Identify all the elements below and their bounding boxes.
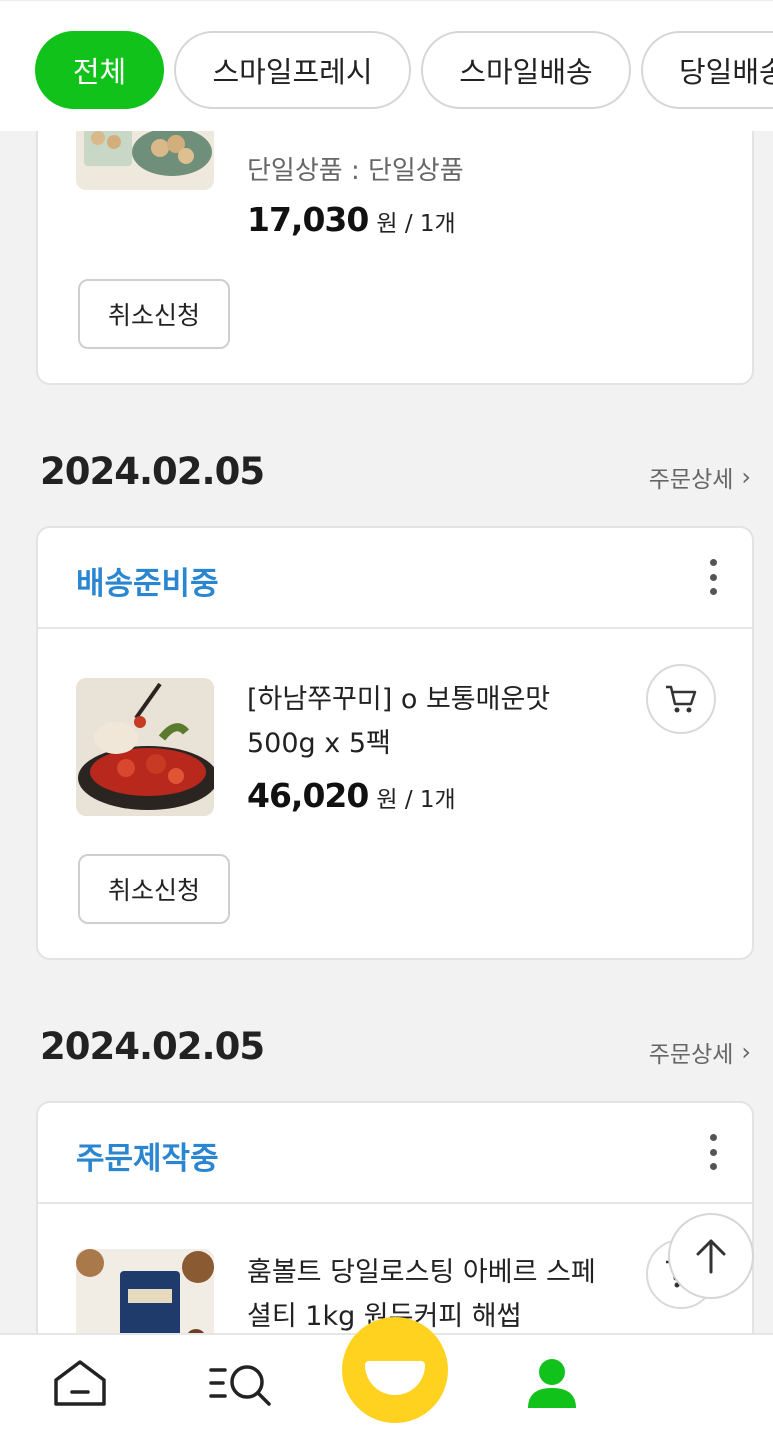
filter-bar: 전체 스마일프레시 스마일배송 당일배송 bbox=[0, 0, 773, 131]
cancel-request-button[interactable]: 취소신청 bbox=[78, 854, 230, 924]
order-status: 주문제작중 bbox=[76, 1141, 219, 1177]
product-price: 17,030 bbox=[247, 200, 369, 239]
chevron-right-icon: › bbox=[741, 1038, 751, 1066]
price-row: 17,030 원 / 1개 bbox=[247, 200, 456, 239]
product-name[interactable]: 훔볼트 당일로스팅 아베르 스페셜티 1kg 원두커피 해썹 bbox=[247, 1251, 607, 1339]
my-account-icon bbox=[528, 1359, 576, 1408]
filter-chip-smile-fresh[interactable]: 스마일프레시 bbox=[174, 31, 411, 109]
order-detail-link[interactable]: 주문상세 › bbox=[649, 460, 751, 494]
order-card: 배송준비중 [하남쭈꾸미] o 보통매운맛 500g x 5팩 46,020 원… bbox=[36, 526, 754, 960]
filter-chip-all[interactable]: 전체 bbox=[35, 31, 164, 109]
category-search-icon bbox=[209, 1365, 271, 1406]
order-status: 배송준비중 bbox=[76, 566, 219, 602]
home-icon bbox=[54, 1360, 106, 1406]
more-options-icon[interactable] bbox=[708, 1134, 718, 1170]
chevron-right-icon: › bbox=[741, 463, 751, 491]
order-detail-link[interactable]: 주문상세 › bbox=[649, 1035, 751, 1069]
nav-home[interactable] bbox=[40, 1335, 120, 1429]
filter-chip-same-day[interactable]: 당일배송 bbox=[641, 31, 773, 109]
order-date: 2024.02.05 bbox=[40, 1025, 265, 1068]
cancel-request-button[interactable]: 취소신청 bbox=[78, 279, 230, 349]
order-detail-label: 주문상세 bbox=[648, 467, 734, 493]
product-name[interactable]: [하남쭈꾸미] o 보통매운맛 500g x 5팩 bbox=[247, 678, 617, 766]
price-row: 46,020 원 / 1개 bbox=[247, 776, 456, 815]
scroll-to-top-button[interactable] bbox=[668, 1213, 754, 1299]
order-date: 2024.02.05 bbox=[40, 450, 265, 493]
nav-my-account[interactable] bbox=[512, 1335, 592, 1429]
price-unit: 원 / 1개 bbox=[376, 787, 456, 813]
product-price: 46,020 bbox=[247, 776, 369, 815]
smile-face-icon bbox=[365, 1361, 425, 1395]
order-detail-label: 주문상세 bbox=[648, 1042, 734, 1068]
order-card-header: 주문제작중 bbox=[38, 1103, 752, 1204]
arrow-up-icon bbox=[696, 1239, 726, 1274]
add-to-cart-button[interactable] bbox=[646, 664, 716, 734]
price-unit: 원 / 1개 bbox=[376, 211, 456, 237]
cart-icon bbox=[666, 685, 697, 713]
product-thumbnail[interactable] bbox=[76, 678, 214, 816]
filter-chip-smile-delivery[interactable]: 스마일배송 bbox=[421, 31, 631, 109]
more-options-icon[interactable] bbox=[708, 559, 718, 595]
nav-category-search[interactable] bbox=[195, 1335, 285, 1429]
smile-home-button[interactable] bbox=[342, 1317, 448, 1423]
order-card-header: 배송준비중 bbox=[38, 528, 752, 629]
product-option: 단일상품 : 단일상품 bbox=[247, 156, 464, 186]
